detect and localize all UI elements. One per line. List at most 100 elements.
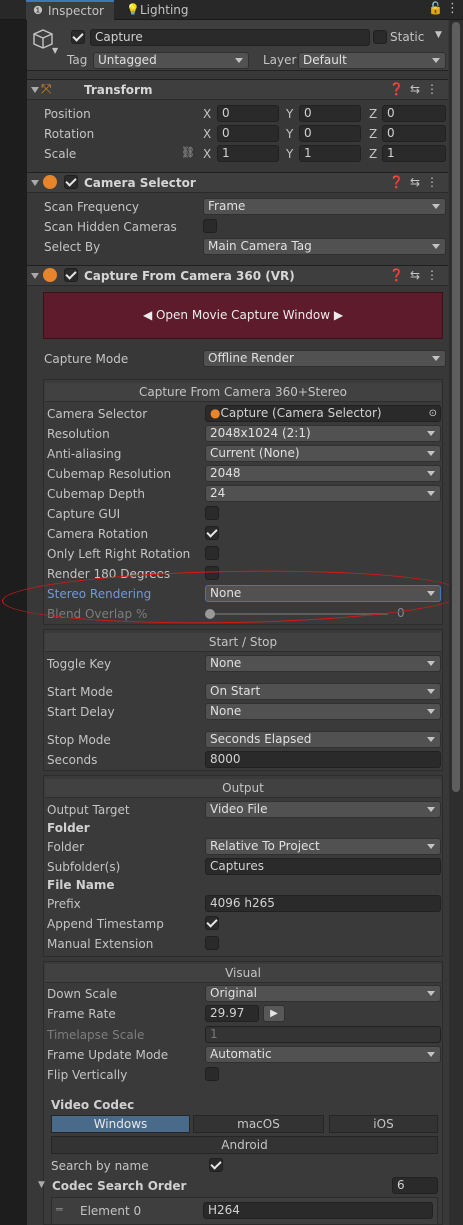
codec-tab-android[interactable]: Android: [51, 1136, 438, 1154]
rotation-label: Rotation: [44, 127, 95, 141]
layer-dropdown[interactable]: Default: [298, 52, 446, 69]
stop-mode-dropdown[interactable]: Seconds Elapsed: [205, 731, 441, 748]
open-movie-capture-window-button[interactable]: ◀ Open Movie Capture Window ▶: [43, 292, 443, 339]
frame-update-mode-dropdown[interactable]: Automatic: [205, 1046, 441, 1063]
camera-selector-header[interactable]: Camera Selector ❓⇆⋮: [27, 172, 448, 193]
scan-hidden-cameras-checkbox[interactable]: [203, 219, 217, 233]
tab-lighting[interactable]: 💡 Lighting: [118, 0, 198, 20]
camera-rotation-label: Camera Rotation: [47, 527, 149, 541]
drag-handle-icon[interactable]: ═: [56, 1203, 63, 1216]
component-header-icons[interactable]: ❓⇆⋮: [389, 268, 444, 282]
frame-rate-field[interactable]: 29.97: [205, 1005, 259, 1022]
position-y-field[interactable]: 0: [299, 105, 361, 122]
flip-vertically-checkbox[interactable]: [205, 1067, 219, 1081]
start-delay-dropdown[interactable]: None: [205, 703, 441, 720]
codec-search-order-count[interactable]: 6: [392, 1177, 438, 1194]
manual-extension-checkbox[interactable]: [205, 936, 219, 950]
foldout-arrow-icon: [31, 273, 39, 279]
cubemap-resolution-dropdown[interactable]: 2048: [205, 465, 441, 482]
static-checkbox[interactable]: [373, 30, 387, 44]
seconds-label: Seconds: [47, 753, 98, 767]
tag-value: Untagged: [98, 53, 157, 67]
tab-inspector-label: Inspector: [48, 4, 104, 18]
camera-selector-enabled-checkbox[interactable]: [64, 175, 78, 189]
folder-dropdown[interactable]: Relative To Project: [205, 838, 441, 855]
static-label: Static: [390, 30, 425, 44]
position-x-label[interactable]: X: [203, 107, 211, 121]
append-timestamp-checkbox[interactable]: [205, 916, 219, 930]
folder-value: Relative To Project: [210, 839, 320, 853]
subfolder-field[interactable]: Captures: [205, 858, 441, 875]
capture360-title: Capture From Camera 360 (VR): [84, 269, 295, 283]
rotation-z-label[interactable]: Z: [369, 127, 377, 141]
capture360-header[interactable]: Capture From Camera 360 (VR) ❓⇆⋮: [27, 265, 448, 286]
rotation-x-label[interactable]: X: [203, 127, 211, 141]
scale-y-label[interactable]: Y: [286, 147, 293, 161]
static-dropdown-caret[interactable]: ▼: [435, 30, 442, 40]
codec-tab-ios[interactable]: iOS: [329, 1115, 438, 1133]
icon-dropdown-caret[interactable]: ▼: [52, 46, 58, 55]
scale-y-field[interactable]: 1: [299, 145, 361, 162]
scale-z-field[interactable]: 1: [382, 145, 446, 162]
scan-frequency-dropdown[interactable]: Frame: [203, 198, 446, 215]
avpro-script-icon: [43, 175, 57, 189]
camera-selector-object-field[interactable]: ●Capture (Camera Selector) ⊙: [205, 405, 441, 422]
codec-search-order-label[interactable]: Codec Search Order: [52, 1179, 186, 1193]
gameobject-cube-icon: [33, 29, 53, 49]
frame-rate-play-button[interactable]: ▶: [263, 1005, 285, 1022]
constrain-proportions-icon[interactable]: ⛓: [181, 146, 195, 159]
inspector-scrollbar[interactable]: [449, 20, 463, 1225]
timelapse-scale-field[interactable]: 1: [205, 1026, 441, 1043]
scrollbar-thumb[interactable]: [452, 22, 460, 792]
position-z-label[interactable]: Z: [369, 107, 377, 121]
position-y-label[interactable]: Y: [286, 107, 293, 121]
down-scale-value: Original: [210, 986, 257, 1000]
component-header-icons[interactable]: ❓⇆⋮: [389, 175, 444, 189]
scale-x-field[interactable]: 1: [217, 145, 279, 162]
cubemap-depth-dropdown[interactable]: 24: [205, 485, 441, 502]
tab-inspector[interactable]: ❶ Inspector: [26, 0, 114, 20]
position-x-field[interactable]: 0: [217, 105, 279, 122]
transform-header[interactable]: ⤧ Transform ❓⇆⋮: [27, 79, 448, 100]
kebab-menu-icon[interactable]: ⋮: [446, 1, 459, 16]
scan-frequency-label: Scan Frequency: [44, 200, 139, 214]
down-scale-dropdown[interactable]: Original: [205, 985, 441, 1002]
resolution-label: Resolution: [47, 427, 110, 441]
antialiasing-dropdown[interactable]: Current (None): [205, 445, 441, 462]
scan-frequency-value: Frame: [208, 199, 246, 213]
capture360-enabled-checkbox[interactable]: [64, 268, 78, 282]
codec-tab-macos[interactable]: macOS: [193, 1115, 324, 1133]
object-name-field[interactable]: Capture: [90, 29, 370, 46]
file-name-heading: File Name: [47, 878, 115, 892]
resolution-dropdown[interactable]: 2048x1024 (2:1): [205, 425, 441, 442]
select-by-dropdown[interactable]: Main Camera Tag: [203, 238, 446, 255]
object-picker-icon[interactable]: ⊙: [429, 406, 437, 421]
search-by-name-checkbox[interactable]: [209, 1158, 223, 1172]
capture-mode-dropdown[interactable]: Offline Render: [203, 350, 446, 367]
toggle-key-label: Toggle Key: [47, 657, 112, 671]
position-z-field[interactable]: 0: [382, 105, 446, 122]
codec-element0-field[interactable]: H264: [203, 1202, 433, 1219]
tag-dropdown[interactable]: Untagged: [93, 52, 249, 69]
seconds-field[interactable]: 8000: [205, 751, 441, 768]
toggle-key-dropdown[interactable]: None: [205, 655, 441, 672]
foldout-arrow-icon[interactable]: ▼: [38, 1180, 45, 1190]
codec-tab-windows[interactable]: Windows: [51, 1115, 190, 1133]
lock-icon[interactable]: 🔓: [428, 1, 443, 15]
scale-x-label[interactable]: X: [203, 147, 211, 161]
rotation-z-field[interactable]: 0: [382, 125, 446, 142]
capture-gui-checkbox[interactable]: [205, 506, 219, 520]
camera-rotation-checkbox[interactable]: [205, 526, 219, 540]
foldout-arrow-icon: [31, 180, 39, 186]
start-mode-dropdown[interactable]: On Start: [205, 683, 441, 700]
prefix-field[interactable]: 4096 h265: [205, 895, 441, 912]
component-header-icons[interactable]: ❓⇆⋮: [389, 82, 444, 96]
active-checkbox[interactable]: [71, 30, 85, 44]
rotation-y-field[interactable]: 0: [299, 125, 361, 142]
scale-z-label[interactable]: Z: [369, 147, 377, 161]
only-left-right-rotation-checkbox[interactable]: [205, 546, 219, 560]
rotation-y-label[interactable]: Y: [286, 127, 293, 141]
output-target-dropdown[interactable]: Video File: [205, 801, 441, 818]
cubemap-resolution-value: 2048: [210, 466, 241, 480]
rotation-x-field[interactable]: 0: [217, 125, 279, 142]
